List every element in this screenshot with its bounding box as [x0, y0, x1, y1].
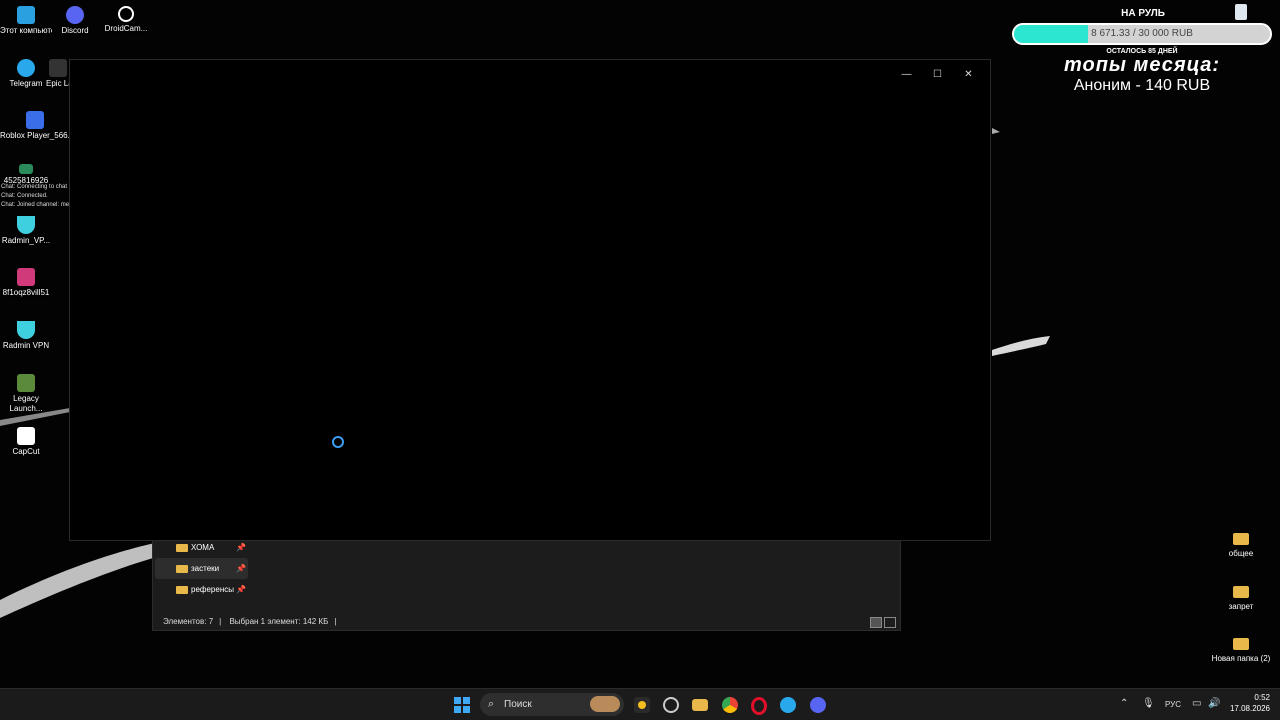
maximize-button[interactable]: ☐: [922, 66, 953, 84]
chrome-icon[interactable]: [722, 697, 738, 713]
nav-item-zasteki[interactable]: застеки 📌: [155, 558, 248, 579]
status-item-count: Элементов: 7: [163, 617, 214, 626]
discord-icon[interactable]: [810, 697, 826, 713]
game-icon: [17, 268, 35, 286]
minimize-button[interactable]: —: [891, 66, 922, 84]
details-view-button[interactable]: [870, 617, 882, 628]
telegram-icon: [17, 59, 35, 77]
desktop-icon-epic[interactable]: Epic Lau...: [46, 59, 70, 89]
folder-icon: [176, 543, 188, 552]
roblox-icon: [26, 111, 44, 129]
desktop-icon-radmin-vpn[interactable]: Radmin VPN: [0, 321, 52, 351]
window-controls: — ☐ ✕: [891, 66, 984, 84]
weather-icon[interactable]: [634, 697, 650, 713]
volume-icon[interactable]: 🔊: [1208, 698, 1220, 709]
close-button[interactable]: ✕: [953, 66, 984, 84]
droidcam-icon: [118, 6, 134, 22]
loading-window: — ☐ ✕: [69, 59, 991, 541]
clock-time: 0:52: [1254, 693, 1270, 702]
view-toggle: [870, 617, 896, 628]
epic-games-icon: [49, 59, 67, 77]
recycle-bin-icon[interactable]: [1235, 4, 1247, 20]
loading-spinner-icon: [332, 436, 344, 448]
tops-title: топы месяца:: [1063, 54, 1221, 76]
steam-icon[interactable]: [663, 697, 679, 713]
taskbar: ⌕ Поиск ⌃ 🎙 РУС ▭ 🔊 0:52 17.08.2026: [0, 688, 1280, 720]
network-icon[interactable]: ▭: [1192, 698, 1201, 709]
file-explorer-icon[interactable]: [692, 699, 708, 711]
radmin-vpn-icon: [17, 321, 35, 339]
donation-progress-text: 8 671.33 / 30 000 RUB: [1091, 28, 1193, 39]
folder-icon: [1233, 533, 1249, 545]
language-indicator[interactable]: РУС: [1165, 700, 1181, 709]
desktop-folder-new-folder-2[interactable]: Новая папка (2): [1211, 638, 1271, 664]
taskbar-search[interactable]: ⌕ Поиск: [480, 693, 624, 716]
desktop-icon-capcut[interactable]: CapCut: [0, 427, 52, 457]
desktop-icon-radmin-vp[interactable]: Radmin_VP...: [0, 216, 52, 246]
pin-icon: 📌: [236, 585, 246, 594]
desktop-icon-roblox[interactable]: Roblox Player_566.3: [0, 111, 70, 141]
folder-icon: [1233, 638, 1249, 650]
pin-icon: 📌: [236, 543, 246, 552]
minecraft-icon: [17, 374, 35, 392]
computer-icon: [17, 6, 35, 24]
donation-widget: НА РУЛЬ 8 671.33 / 30 000 RUB ОСТАЛОСЬ 8…: [1012, 8, 1272, 95]
opera-icon[interactable]: [751, 697, 767, 715]
explorer-status-bar: Элементов: 7 | Выбран 1 элемент: 142 КБ |: [163, 617, 337, 626]
search-placeholder: Поиск: [504, 699, 532, 710]
desktop-icon-droidcam[interactable]: DroidCam...: [100, 6, 152, 34]
microphone-icon[interactable]: 🎙: [1142, 698, 1155, 709]
top-donor-entry: Аноним - 140 RUB: [1073, 77, 1211, 94]
start-icon[interactable]: [454, 697, 470, 713]
capcut-icon: [17, 427, 35, 445]
folder-icon: [176, 564, 188, 573]
clock-date: 17.08.2026: [1229, 704, 1270, 713]
desktop-folder-zapret[interactable]: запрет: [1211, 586, 1271, 612]
folder-icon: [1233, 586, 1249, 598]
desktop: Этот компьюте... Discord DroidCam... Tel…: [0, 0, 1280, 688]
folder-icon: [176, 585, 188, 594]
explorer-nav-pane: ХОМА 📌 застеки 📌 референсы 📌: [155, 537, 248, 600]
desktop-icon-telegram[interactable]: Telegram: [0, 59, 52, 89]
nav-item-references[interactable]: референсы 📌: [155, 579, 248, 600]
desktop-icon-legacy-launcher[interactable]: Legacy Launch...: [0, 374, 52, 414]
clock[interactable]: 0:52 17.08.2026: [1230, 692, 1270, 714]
desktop-icon-this-pc[interactable]: Этот компьюте...: [0, 6, 52, 36]
telegram-icon[interactable]: [780, 697, 796, 713]
app-icon: [19, 164, 33, 174]
tiles-view-button[interactable]: [884, 617, 896, 628]
desktop-icon-discord[interactable]: Discord: [49, 6, 101, 36]
file-explorer-window: ХОМА 📌 застеки 📌 референсы 📌 Элементов: …: [152, 530, 901, 631]
desktop-icon-game[interactable]: 8f1oqz8vill51: [0, 268, 52, 298]
desktop-folder-obshee[interactable]: общее: [1211, 533, 1271, 559]
chevron-up-icon[interactable]: ⌃: [1120, 698, 1128, 709]
donation-heading: НА РУЛЬ: [1121, 8, 1165, 19]
search-highlight-image: [590, 696, 620, 712]
status-selection: Выбран 1 элемент: 142 КБ: [229, 617, 329, 626]
search-icon: ⌕: [488, 698, 495, 710]
radmin-icon: [17, 216, 35, 234]
donation-progress-bar: 8 671.33 / 30 000 RUB: [1012, 23, 1272, 45]
discord-icon: [66, 6, 84, 24]
pin-icon: 📌: [236, 564, 246, 573]
